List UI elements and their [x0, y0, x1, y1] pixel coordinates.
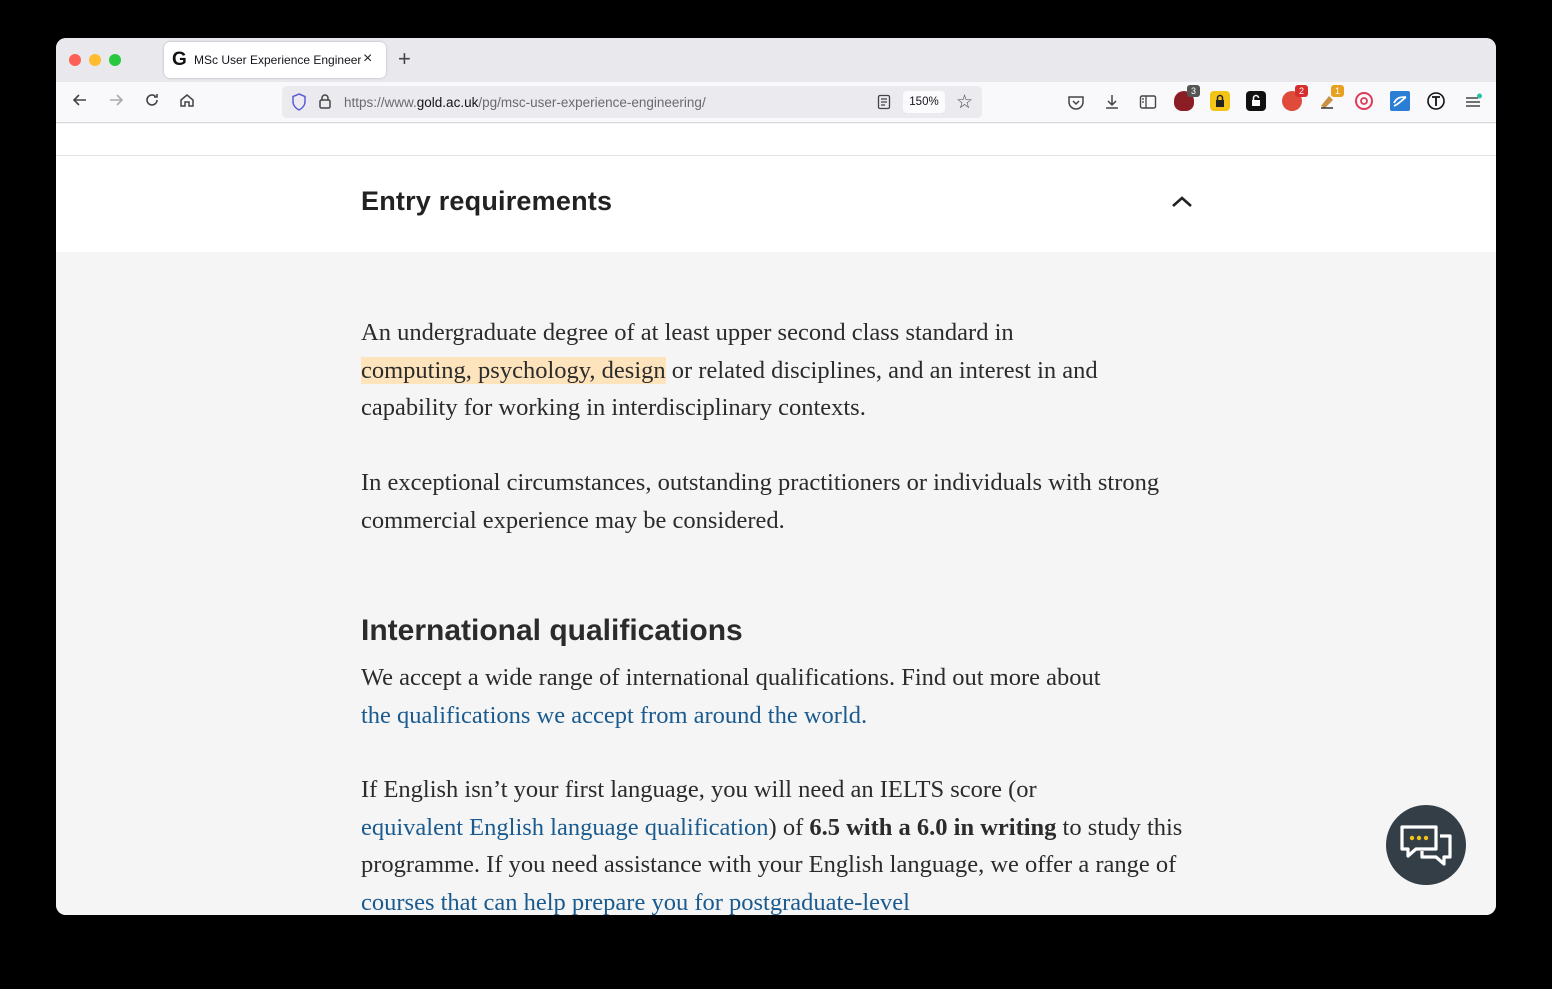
pocket-icon[interactable]: [1067, 94, 1085, 111]
sidebar-icon[interactable]: [1139, 94, 1157, 110]
international-paragraph: We accept a wide range of international …: [361, 664, 1101, 729]
chevron-up-icon[interactable]: [1169, 192, 1195, 212]
zoom-level-badge[interactable]: 150%: [903, 91, 945, 113]
bookmark-star-icon[interactable]: ☆: [956, 91, 973, 114]
browser-window: G MSc User Experience Engineering × + ht…: [56, 38, 1496, 915]
forward-arrow-icon: [110, 94, 124, 106]
mention-extension-icon[interactable]: [1354, 91, 1374, 111]
tab-bar: G MSc User Experience Engineering × +: [56, 38, 1496, 82]
tab-close-icon[interactable]: ×: [363, 50, 372, 68]
forward-button[interactable]: [105, 91, 127, 113]
accordion-title: Entry requirements: [361, 186, 613, 216]
back-arrow-icon: [72, 94, 86, 106]
reload-button[interactable]: [141, 91, 163, 113]
navigation-toolbar: https://www.gold.ac.uk/pg/msc-user-exper…: [56, 82, 1496, 123]
header-strip: [56, 124, 1496, 156]
back-button[interactable]: [69, 91, 91, 113]
english-courses-link[interactable]: courses that can help prepare you for po…: [361, 889, 910, 915]
equivalent-english-qualification-link[interactable]: equivalent English language qualificatio…: [361, 814, 769, 841]
highlighted-subjects: computing, psychology, design: [361, 356, 666, 384]
lock-extension-icon[interactable]: [1246, 91, 1266, 111]
international-qualifications-heading: International qualifications: [361, 614, 743, 647]
qualifications-link[interactable]: the qualifications we accept from around…: [361, 702, 867, 729]
reload-icon: [146, 94, 158, 106]
notification-extension-icon[interactable]: 2: [1282, 85, 1308, 111]
password-manager-extension-icon[interactable]: [1210, 91, 1230, 111]
entry-paragraph-exceptional: In exceptional circumstances, outstandin…: [361, 469, 1160, 534]
menu-button[interactable]: [1464, 93, 1482, 111]
entry-requirements-accordion[interactable]: Entry requirements: [56, 156, 1496, 252]
tracking-protection-shield-icon[interactable]: [290, 92, 308, 112]
ublock-extension-icon[interactable]: 3: [1174, 85, 1200, 111]
ielts-score: 6.5 with a 6.0 in writing: [809, 813, 1057, 841]
reader-view-icon[interactable]: [877, 94, 891, 110]
window-maximize-button[interactable]: [109, 54, 121, 66]
translate-extension-icon[interactable]: 1: [1318, 85, 1344, 111]
text-extension-icon[interactable]: [1426, 91, 1446, 111]
chat-bubbles-icon: [1400, 825, 1452, 866]
hamburger-menu-icon: [1466, 93, 1482, 107]
downloads-icon[interactable]: [1103, 93, 1121, 111]
active-tab[interactable]: G MSc User Experience Engineering ×: [164, 42, 386, 78]
home-button[interactable]: [176, 91, 198, 113]
chat-button[interactable]: [1386, 805, 1466, 885]
page-content: Entry requirements An undergraduate degr…: [56, 124, 1496, 915]
home-icon: [180, 94, 194, 107]
tab-title: MSc User Experience Engineering: [194, 53, 362, 67]
screenshot-extension-icon[interactable]: [1390, 91, 1410, 111]
lock-icon[interactable]: [318, 93, 332, 110]
window-close-button[interactable]: [69, 54, 81, 66]
site-favicon-icon: G: [172, 49, 187, 70]
english-language-paragraph: If English isn’t your first language, yo…: [361, 776, 1183, 915]
window-minimize-button[interactable]: [89, 54, 101, 66]
entry-paragraph-degree: An undergraduate degree of at least uppe…: [361, 319, 1098, 422]
new-tab-button[interactable]: +: [398, 48, 411, 70]
address-bar[interactable]: https://www.gold.ac.uk/pg/msc-user-exper…: [282, 86, 982, 118]
url-text[interactable]: https://www.gold.ac.uk/pg/msc-user-exper…: [344, 95, 706, 110]
